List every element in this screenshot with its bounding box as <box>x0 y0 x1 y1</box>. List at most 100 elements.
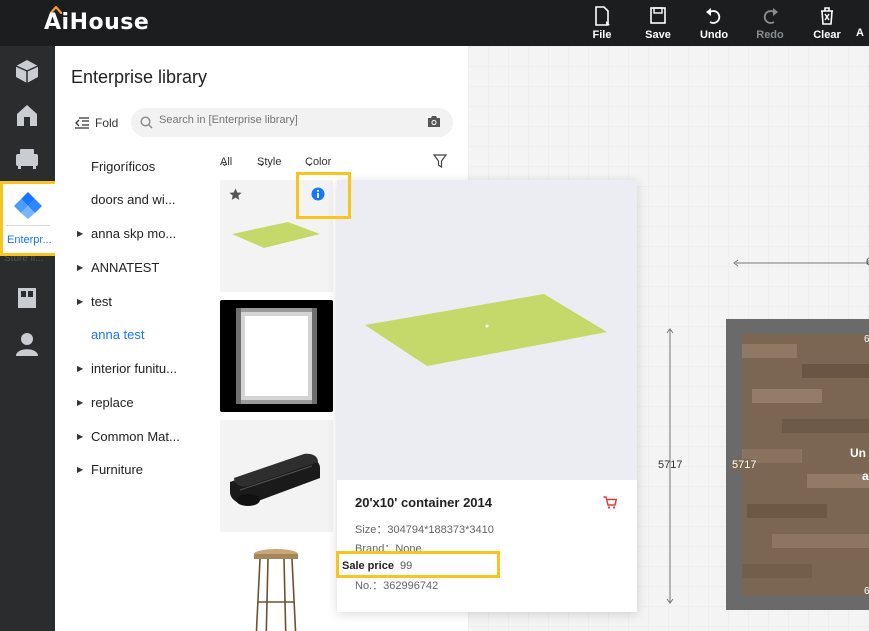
dimension-label-left: 5717 <box>658 459 683 471</box>
cube-icon[interactable] <box>14 58 40 84</box>
top-bar: AiHouse File Save Undo Redo Clear A <box>0 0 869 46</box>
tree-item[interactable]: ▶ replace <box>77 392 134 412</box>
filter-style-dropdown[interactable]: Style ⌄ <box>257 156 281 169</box>
diamond-cubes-icon <box>14 192 42 219</box>
tree-item[interactable]: ▶ interior funitu... <box>77 358 177 378</box>
user-icon[interactable] <box>14 331 40 357</box>
rail-divider <box>6 225 50 226</box>
info-icon[interactable] <box>311 187 325 201</box>
caret-icon: ▶ <box>77 464 84 474</box>
product-size-row: Size：304794*188373*3410 <box>355 521 494 537</box>
wood-floor <box>742 334 869 596</box>
size-value: 304794*188373*3410 <box>387 524 494 536</box>
sale-price-label: Sale price <box>342 560 394 572</box>
caret-icon: ▶ <box>77 363 84 373</box>
leather-sofa-thumbnail <box>230 453 320 506</box>
filter-all-dropdown[interactable]: All ⌄ <box>220 156 233 169</box>
undo-button[interactable]: Undo <box>692 6 736 41</box>
tree-item-label: ANNATEST <box>91 259 160 275</box>
size-label: Size： <box>355 524 388 536</box>
star-icon[interactable] <box>229 188 242 201</box>
tree-item-label: anna skp mo... <box>91 225 177 241</box>
tree-item[interactable]: ▶ anna skp mo... <box>77 223 176 243</box>
tree-item-label: interior funitu... <box>91 360 177 376</box>
app-logo: AiHouse <box>44 10 150 35</box>
filter-all-label: All <box>220 156 233 168</box>
save-icon <box>650 7 666 24</box>
tree-item[interactable]: anna test <box>77 324 145 344</box>
corner-label-bottom: 6 <box>864 586 869 597</box>
house-icon[interactable] <box>14 102 40 128</box>
product-thumb[interactable] <box>220 300 333 412</box>
filter-color-dropdown[interactable]: Color ⌄ <box>305 156 331 169</box>
tree-item-label: test <box>91 293 112 309</box>
tree-item-label: Frigoríficos <box>91 158 156 174</box>
fold-button[interactable]: Fold <box>75 116 118 130</box>
tree-item-label: Common Mat... <box>91 428 180 444</box>
tree-item[interactable]: ▶ ANNATEST <box>77 257 159 277</box>
room-name-label: Un <box>850 446 866 460</box>
redo-label: Redo <box>756 29 784 41</box>
tree-item[interactable]: doors and wi... <box>77 189 176 209</box>
number-value: 362996742 <box>383 580 439 592</box>
save-label: Save <box>645 29 671 41</box>
funnel-icon[interactable] <box>433 154 447 168</box>
tree-item[interactable]: ▶ test <box>77 291 112 311</box>
camera-icon[interactable] <box>427 115 441 128</box>
room-area-label: a <box>862 469 869 483</box>
product-number-row: No.：362996742 <box>355 577 438 593</box>
side-table-thumbnail <box>254 549 298 631</box>
dimension-label-room: 5717 <box>732 459 757 471</box>
file-label: File <box>592 29 612 41</box>
search-icon <box>140 116 153 129</box>
product-thumb[interactable] <box>220 420 333 532</box>
green-plane-preview <box>365 294 607 366</box>
undo-icon <box>706 8 721 24</box>
product-thumb[interactable] <box>220 180 333 292</box>
search-box <box>131 108 453 137</box>
tree-item-label: doors and wi... <box>91 191 176 207</box>
fold-icon <box>75 117 89 129</box>
undo-label: Undo <box>699 29 729 41</box>
save-button[interactable]: Save <box>636 6 680 41</box>
product-preview-popup: 20'x10' container 2014 Size：304794*18837… <box>337 180 637 612</box>
tree-item[interactable]: Frigoríficos <box>77 156 155 176</box>
caret-icon: ▶ <box>77 262 84 272</box>
redo-icon <box>763 8 778 24</box>
trash-icon <box>821 7 833 25</box>
file-button[interactable]: File <box>580 6 624 41</box>
caret-icon: ▶ <box>77 431 84 441</box>
file-icon <box>595 6 610 26</box>
tree-item[interactable]: ▶ Common Mat... <box>77 426 180 446</box>
caret-icon: ▶ <box>77 296 84 306</box>
search-input[interactable] <box>159 114 409 126</box>
tree-item-label: replace <box>91 394 134 410</box>
sofa-icon[interactable] <box>14 145 40 171</box>
green-plane-thumbnail <box>232 222 320 248</box>
product-preview-image <box>337 180 637 480</box>
fold-label: Fold <box>95 116 119 130</box>
cart-icon[interactable] <box>603 496 617 509</box>
sale-price-value: 99 <box>400 560 413 572</box>
tree-item-label: anna test <box>91 326 145 342</box>
door-frame-thumbnail <box>236 308 317 404</box>
redo-button[interactable]: Redo <box>748 6 792 41</box>
caret-icon: ▶ <box>77 397 84 407</box>
filter-color-label: Color <box>305 156 332 168</box>
more-tool-button[interactable]: A <box>851 27 869 39</box>
caret-icon: ▶ <box>77 228 84 238</box>
clear-button[interactable]: Clear <box>805 6 849 41</box>
cabinet-icon[interactable] <box>14 285 40 311</box>
more-tool-label: A <box>856 27 864 39</box>
filter-style-label: Style <box>257 156 282 168</box>
rail-item-label: Enterpr... <box>7 234 52 246</box>
tree-item[interactable]: ▶ Furniture <box>77 459 143 479</box>
left-icon-rail <box>0 46 55 631</box>
product-title: 20'x10' container 2014 <box>355 495 492 510</box>
panel-title: Enterprise library <box>71 67 208 87</box>
sale-price-row: Sale price 99 <box>336 551 500 578</box>
corner-label-top: 6 <box>864 334 869 345</box>
product-thumb[interactable] <box>220 540 333 631</box>
clear-label: Clear <box>813 29 841 41</box>
number-label: No.： <box>355 580 384 592</box>
